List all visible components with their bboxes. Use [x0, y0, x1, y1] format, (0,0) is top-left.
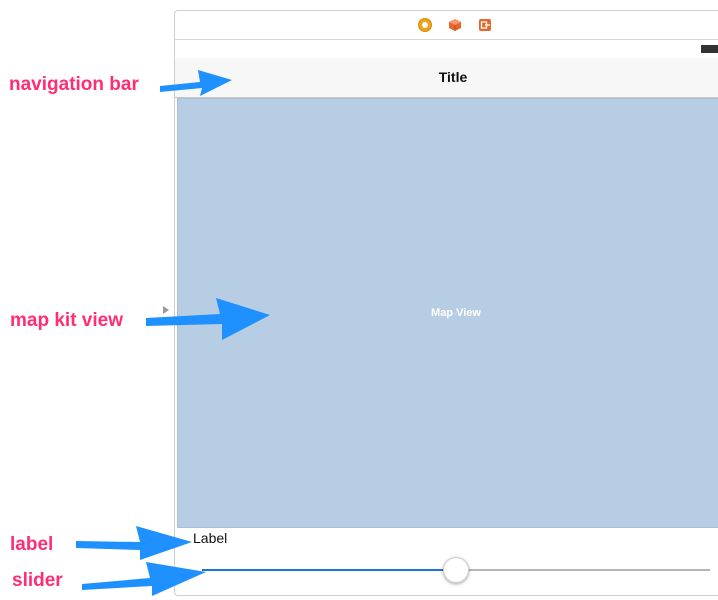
battery-icon [701, 45, 718, 53]
navigation-bar[interactable]: Title [175, 58, 718, 98]
annotation-slider: slider [12, 570, 63, 591]
status-bar [175, 40, 718, 57]
map-view-caption: Map View [431, 307, 481, 319]
annotation-navigation-bar: navigation bar [9, 74, 139, 95]
storyboard-scene[interactable]: Title Map View Label [174, 10, 718, 596]
scene-dock [175, 11, 718, 40]
label[interactable]: Label [193, 530, 227, 546]
exit-icon[interactable] [478, 18, 492, 32]
segue-arrow-icon [163, 306, 169, 314]
slider-thumb[interactable] [443, 557, 469, 583]
slider[interactable] [202, 556, 710, 584]
slider-max-track [456, 569, 710, 571]
annotation-map-kit-view: map kit view [10, 310, 123, 331]
view-controller-icon[interactable] [418, 18, 432, 32]
map-kit-view[interactable]: Map View [177, 98, 718, 528]
first-responder-icon[interactable] [448, 18, 462, 32]
annotation-label: label [10, 534, 54, 555]
storyboard-canvas: Title Map View Label navigation bar map … [0, 0, 718, 600]
navigation-title: Title [438, 69, 468, 85]
slider-min-track [202, 569, 456, 571]
